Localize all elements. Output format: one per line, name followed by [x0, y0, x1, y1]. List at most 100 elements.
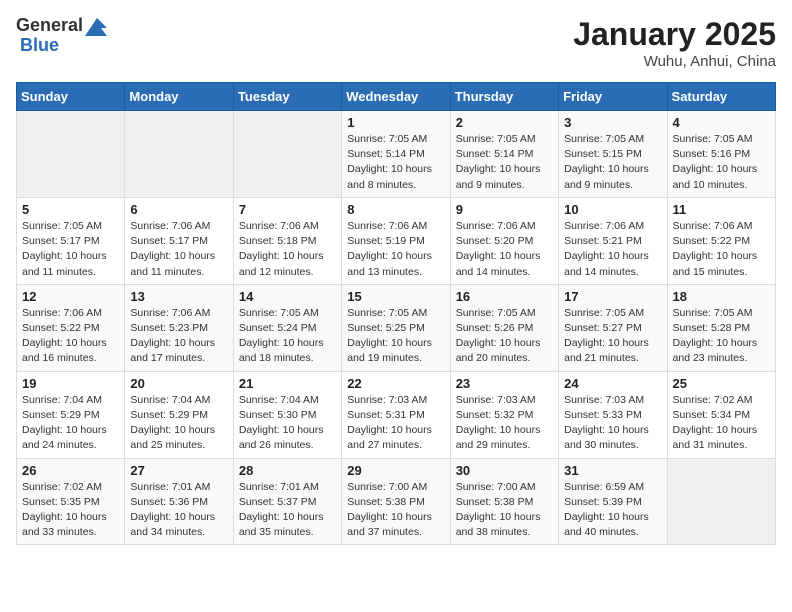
logo: General Blue [16, 16, 107, 56]
day-info: Sunrise: 7:06 AM Sunset: 5:22 PM Dayligh… [673, 219, 770, 280]
logo-blue: Blue [20, 36, 59, 56]
calendar-cell: 19 Sunrise: 7:04 AM Sunset: 5:29 PM Dayli… [17, 371, 125, 458]
calendar-cell: 10 Sunrise: 7:06 AM Sunset: 5:21 PM Dayli… [559, 197, 667, 284]
calendar-cell: 23 Sunrise: 7:03 AM Sunset: 5:32 PM Dayli… [450, 371, 558, 458]
day-number: 15 [347, 289, 444, 304]
location-subtitle: Wuhu, Anhui, China [573, 53, 776, 70]
day-info: Sunrise: 7:05 AM Sunset: 5:16 PM Dayligh… [673, 132, 770, 193]
day-number: 13 [130, 289, 227, 304]
day-number: 2 [456, 115, 553, 130]
calendar-cell: 5 Sunrise: 7:05 AM Sunset: 5:17 PM Daylig… [17, 197, 125, 284]
calendar-cell: 7 Sunrise: 7:06 AM Sunset: 5:18 PM Daylig… [233, 197, 341, 284]
day-info: Sunrise: 7:06 AM Sunset: 5:22 PM Dayligh… [22, 306, 119, 367]
day-info: Sunrise: 7:04 AM Sunset: 5:29 PM Dayligh… [22, 393, 119, 454]
weekday-header-saturday: Saturday [667, 83, 775, 111]
day-info: Sunrise: 7:06 AM Sunset: 5:19 PM Dayligh… [347, 219, 444, 280]
day-number: 3 [564, 115, 661, 130]
day-number: 21 [239, 376, 336, 391]
day-number: 4 [673, 115, 770, 130]
weekday-header-sunday: Sunday [17, 83, 125, 111]
calendar-cell [17, 111, 125, 198]
calendar-week-row: 12 Sunrise: 7:06 AM Sunset: 5:22 PM Dayli… [17, 284, 776, 371]
calendar-cell: 17 Sunrise: 7:05 AM Sunset: 5:27 PM Dayli… [559, 284, 667, 371]
day-number: 27 [130, 463, 227, 478]
calendar-cell: 22 Sunrise: 7:03 AM Sunset: 5:31 PM Dayli… [342, 371, 450, 458]
calendar-cell: 16 Sunrise: 7:05 AM Sunset: 5:26 PM Dayli… [450, 284, 558, 371]
day-info: Sunrise: 7:05 AM Sunset: 5:28 PM Dayligh… [673, 306, 770, 367]
weekday-header-friday: Friday [559, 83, 667, 111]
logo-icon [85, 18, 107, 36]
calendar-cell: 28Sunrise: 7:01 AM Sunset: 5:37 PM Dayli… [233, 458, 341, 545]
calendar-week-row: 19 Sunrise: 7:04 AM Sunset: 5:29 PM Dayli… [17, 371, 776, 458]
calendar-cell: 18 Sunrise: 7:05 AM Sunset: 5:28 PM Dayli… [667, 284, 775, 371]
calendar-cell: 31 Sunrise: 6:59 AM Sunset: 5:39 PM Dayli… [559, 458, 667, 545]
day-info: Sunrise: 7:03 AM Sunset: 5:31 PM Dayligh… [347, 393, 444, 454]
calendar-week-row: 5 Sunrise: 7:05 AM Sunset: 5:17 PM Daylig… [17, 197, 776, 284]
day-number: 20 [130, 376, 227, 391]
calendar-cell: 2 Sunrise: 7:05 AM Sunset: 5:14 PM Daylig… [450, 111, 558, 198]
day-number: 23 [456, 376, 553, 391]
day-info: Sunrise: 7:01 AM Sunset: 5:36 PM Dayligh… [130, 480, 227, 541]
day-info: Sunrise: 7:05 AM Sunset: 5:26 PM Dayligh… [456, 306, 553, 367]
title-block: January 2025 Wuhu, Anhui, China [573, 16, 776, 70]
day-info: Sunrise: 7:06 AM Sunset: 5:17 PM Dayligh… [130, 219, 227, 280]
day-info: Sunrise: 7:06 AM Sunset: 5:18 PM Dayligh… [239, 219, 336, 280]
day-number: 17 [564, 289, 661, 304]
day-number: 8 [347, 202, 444, 217]
day-number: 12 [22, 289, 119, 304]
calendar-cell: 25 Sunrise: 7:02 AM Sunset: 5:34 PM Dayli… [667, 371, 775, 458]
day-info: Sunrise: 7:02 AM Sunset: 5:35 PM Dayligh… [22, 480, 119, 541]
day-info: Sunrise: 7:05 AM Sunset: 5:27 PM Dayligh… [564, 306, 661, 367]
day-number: 24 [564, 376, 661, 391]
day-info: Sunrise: 7:05 AM Sunset: 5:14 PM Dayligh… [456, 132, 553, 193]
day-number: 19 [22, 376, 119, 391]
day-info: Sunrise: 7:05 AM Sunset: 5:17 PM Dayligh… [22, 219, 119, 280]
weekday-header-thursday: Thursday [450, 83, 558, 111]
calendar-cell: 8 Sunrise: 7:06 AM Sunset: 5:19 PM Daylig… [342, 197, 450, 284]
day-info: Sunrise: 7:04 AM Sunset: 5:29 PM Dayligh… [130, 393, 227, 454]
calendar-cell: 27 Sunrise: 7:01 AM Sunset: 5:36 PM Dayli… [125, 458, 233, 545]
page-header: General Blue January 2025 Wuhu, Anhui, C… [16, 16, 776, 70]
day-info: Sunrise: 7:03 AM Sunset: 5:33 PM Dayligh… [564, 393, 661, 454]
day-info: Sunrise: 7:02 AM Sunset: 5:34 PM Dayligh… [673, 393, 770, 454]
calendar-cell: 9Sunrise: 7:06 AM Sunset: 5:20 PM Daylig… [450, 197, 558, 284]
calendar-cell: 26 Sunrise: 7:02 AM Sunset: 5:35 PM Dayli… [17, 458, 125, 545]
day-info: Sunrise: 6:59 AM Sunset: 5:39 PM Dayligh… [564, 480, 661, 541]
calendar-week-row: 1 Sunrise: 7:05 AM Sunset: 5:14 PM Daylig… [17, 111, 776, 198]
day-info: Sunrise: 7:06 AM Sunset: 5:21 PM Dayligh… [564, 219, 661, 280]
day-number: 31 [564, 463, 661, 478]
day-number: 18 [673, 289, 770, 304]
month-title: January 2025 [573, 16, 776, 53]
calendar-cell [667, 458, 775, 545]
day-number: 14 [239, 289, 336, 304]
day-number: 29 [347, 463, 444, 478]
calendar-week-row: 26 Sunrise: 7:02 AM Sunset: 5:35 PM Dayli… [17, 458, 776, 545]
day-number: 7 [239, 202, 336, 217]
calendar-cell: 3 Sunrise: 7:05 AM Sunset: 5:15 PM Daylig… [559, 111, 667, 198]
calendar-cell: 15 Sunrise: 7:05 AM Sunset: 5:25 PM Dayli… [342, 284, 450, 371]
calendar-cell: 1Sunrise: 7:05 AM Sunset: 5:14 PM Daylig… [342, 111, 450, 198]
day-number: 26 [22, 463, 119, 478]
calendar-cell: 20 Sunrise: 7:04 AM Sunset: 5:29 PM Dayli… [125, 371, 233, 458]
day-info: Sunrise: 7:05 AM Sunset: 5:25 PM Dayligh… [347, 306, 444, 367]
day-number: 16 [456, 289, 553, 304]
day-info: Sunrise: 7:05 AM Sunset: 5:15 PM Dayligh… [564, 132, 661, 193]
calendar-cell [125, 111, 233, 198]
calendar-cell: 4 Sunrise: 7:05 AM Sunset: 5:16 PM Daylig… [667, 111, 775, 198]
day-number: 22 [347, 376, 444, 391]
day-info: Sunrise: 7:00 AM Sunset: 5:38 PM Dayligh… [347, 480, 444, 541]
day-info: Sunrise: 7:04 AM Sunset: 5:30 PM Dayligh… [239, 393, 336, 454]
day-info: Sunrise: 7:06 AM Sunset: 5:23 PM Dayligh… [130, 306, 227, 367]
weekday-header-monday: Monday [125, 83, 233, 111]
day-number: 5 [22, 202, 119, 217]
calendar-cell: 29 Sunrise: 7:00 AM Sunset: 5:38 PM Dayli… [342, 458, 450, 545]
calendar-cell [233, 111, 341, 198]
day-number: 10 [564, 202, 661, 217]
day-number: 1 [347, 115, 444, 130]
calendar-table: SundayMondayTuesdayWednesdayThursdayFrid… [16, 82, 776, 545]
calendar-cell: 14Sunrise: 7:05 AM Sunset: 5:24 PM Dayli… [233, 284, 341, 371]
day-number: 25 [673, 376, 770, 391]
calendar-cell: 21 Sunrise: 7:04 AM Sunset: 5:30 PM Dayli… [233, 371, 341, 458]
day-info: Sunrise: 7:03 AM Sunset: 5:32 PM Dayligh… [456, 393, 553, 454]
calendar-cell: 24 Sunrise: 7:03 AM Sunset: 5:33 PM Dayli… [559, 371, 667, 458]
